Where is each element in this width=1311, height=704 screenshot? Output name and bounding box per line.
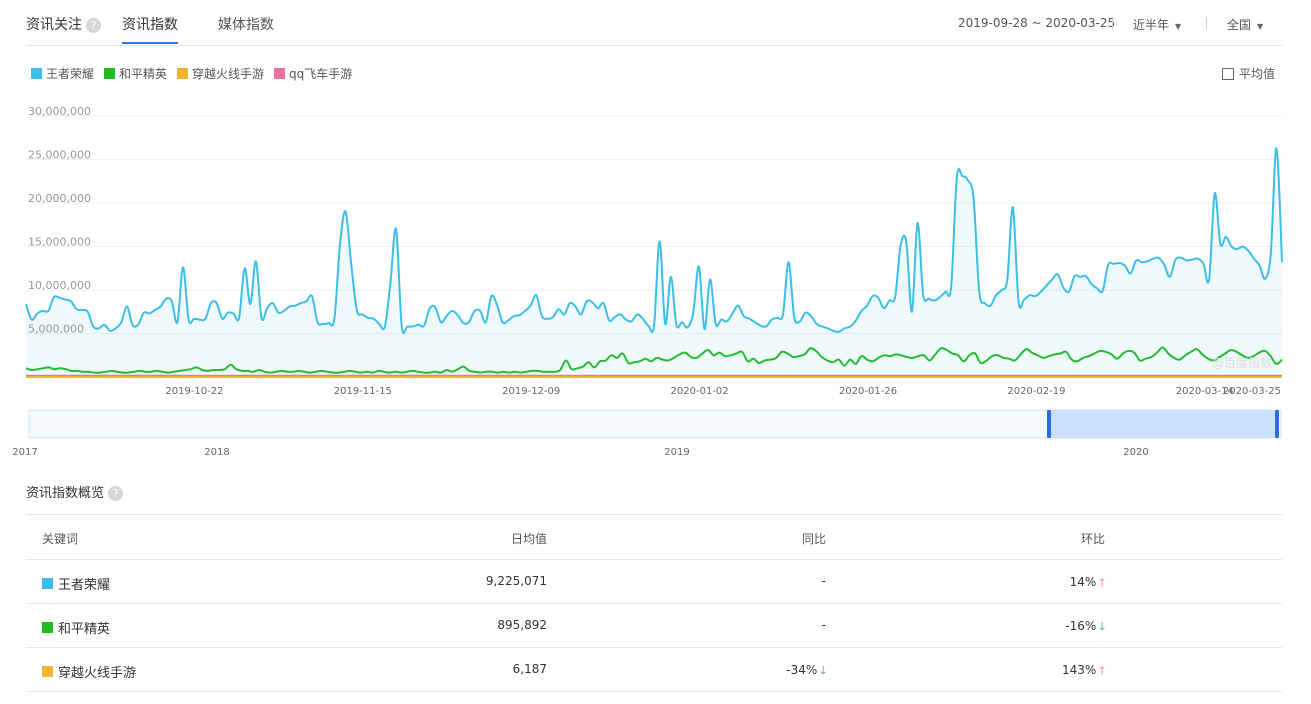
keyword-cell: 王者荣耀 xyxy=(42,574,110,593)
arrow-up-icon: 🡑 xyxy=(1099,664,1105,677)
daily-avg-cell: 6,187 xyxy=(512,662,547,676)
x-tick-label: 2019-11-15 xyxy=(334,386,392,397)
col-header-daily-avg: 日均值 xyxy=(510,532,547,546)
arrow-up-icon: 🡑 xyxy=(1099,576,1105,589)
divider xyxy=(1112,17,1113,29)
yoy-cell: - xyxy=(821,574,826,588)
x-tick-label: 2020-02-19 xyxy=(1007,386,1065,397)
watermark: @百度指数 xyxy=(1212,355,1272,370)
period-dropdown[interactable]: 近半年 ▼ xyxy=(1133,16,1181,33)
row-divider xyxy=(26,691,1282,692)
divider xyxy=(1206,17,1207,29)
daily-avg-cell: 895,892 xyxy=(497,618,547,632)
average-toggle[interactable]: 平均值 xyxy=(1222,65,1275,82)
yoy-cell: - xyxy=(821,618,826,632)
mom-cell: -16% 🡓 xyxy=(1065,619,1105,633)
keyword-cell: 穿越火线手游 xyxy=(42,662,136,681)
x-tick-label: 2019-10-22 xyxy=(165,386,223,397)
x-tick-label: 2020-03-25 xyxy=(1223,386,1281,397)
help-icon[interactable]: ? xyxy=(108,486,124,501)
line-chart: 30,000,000 25,000,000 20,000,000 15,000,000… xyxy=(12,105,1283,458)
keyword-cell: 和平精英 xyxy=(42,618,110,637)
legend-item-wzry[interactable]: 王者荣耀 xyxy=(31,65,94,82)
daily-avg-cell: 9,225,071 xyxy=(485,574,547,588)
overview-title: 资讯指数概览? xyxy=(26,482,124,501)
x-tick-label: 2019-12-09 xyxy=(502,386,560,397)
row-divider xyxy=(26,603,1282,604)
yoy-cell: -34% 🡓 xyxy=(786,663,826,677)
average-checkbox[interactable] xyxy=(1222,67,1234,80)
mom-cell: 143% 🡑 xyxy=(1061,663,1105,677)
series-area xyxy=(26,148,1282,377)
legend-swatch xyxy=(104,68,116,79)
region-dropdown[interactable]: 全国 ▼ xyxy=(1227,16,1263,33)
legend-swatch xyxy=(274,68,286,79)
tab-media-index[interactable]: 媒体指数 xyxy=(218,14,274,34)
timeline-year-label: 2018 xyxy=(204,447,229,458)
keyword-label: 和平精英 xyxy=(58,622,111,637)
y-tick-label: 25,000,000 xyxy=(28,149,91,162)
y-tick-label: 10,000,000 xyxy=(28,279,91,292)
legend-item-cyhx[interactable]: 穿越火线手游 xyxy=(177,65,264,82)
chart-legend: 王者荣耀 和平精英 穿越火线手游 qq飞车手游 xyxy=(31,65,352,82)
arrow-down-icon: 🡓 xyxy=(1099,620,1105,633)
timeline-selection[interactable] xyxy=(1049,410,1277,438)
arrow-down-icon: 🡓 xyxy=(820,664,826,677)
help-icon[interactable]: ? xyxy=(86,17,101,33)
col-header-yoy: 同比 xyxy=(801,532,826,546)
legend-item-qqfc[interactable]: qq飞车手游 xyxy=(274,65,352,82)
row-divider xyxy=(26,559,1282,560)
legend-item-hpjy[interactable]: 和平精英 xyxy=(104,65,167,82)
keyword-swatch xyxy=(42,578,53,589)
table-top-border xyxy=(26,514,1282,515)
timeline-year-label: 2019 xyxy=(664,447,689,458)
timeline-handle[interactable] xyxy=(1047,410,1051,438)
timeline-year-label: 2017 xyxy=(12,447,37,458)
mom-cell: 14% 🡑 xyxy=(1069,575,1105,589)
section-title: 资讯关注? xyxy=(26,14,101,34)
caret-down-icon: ▼ xyxy=(1175,22,1182,31)
col-header-keyword: 关键词 xyxy=(42,532,79,546)
y-tick-label: 15,000,000 xyxy=(28,236,91,249)
keyword-swatch xyxy=(42,666,53,677)
keyword-swatch xyxy=(42,622,53,633)
timeline-year-label: 2020 xyxy=(1123,447,1148,458)
tab-news-index[interactable]: 资讯指数 xyxy=(122,14,178,34)
legend-swatch xyxy=(31,68,42,79)
legend-swatch xyxy=(177,68,189,79)
y-tick-label: 30,000,000 xyxy=(28,105,91,118)
active-tab-indicator xyxy=(122,42,178,44)
keyword-label: 王者荣耀 xyxy=(58,578,111,593)
header-divider xyxy=(26,45,1282,46)
row-divider xyxy=(26,647,1282,648)
x-tick-label: 2020-01-02 xyxy=(671,386,729,397)
caret-down-icon: ▼ xyxy=(1257,22,1264,31)
date-range[interactable]: 2019-09-28 ~ 2020-03-25 xyxy=(958,16,1115,30)
x-tick-label: 2020-01-26 xyxy=(839,386,897,397)
col-header-mom: 环比 xyxy=(1080,532,1105,546)
y-tick-label: 20,000,000 xyxy=(28,192,91,205)
timeline-handle[interactable] xyxy=(1275,410,1279,438)
keyword-label: 穿越火线手游 xyxy=(58,666,137,681)
